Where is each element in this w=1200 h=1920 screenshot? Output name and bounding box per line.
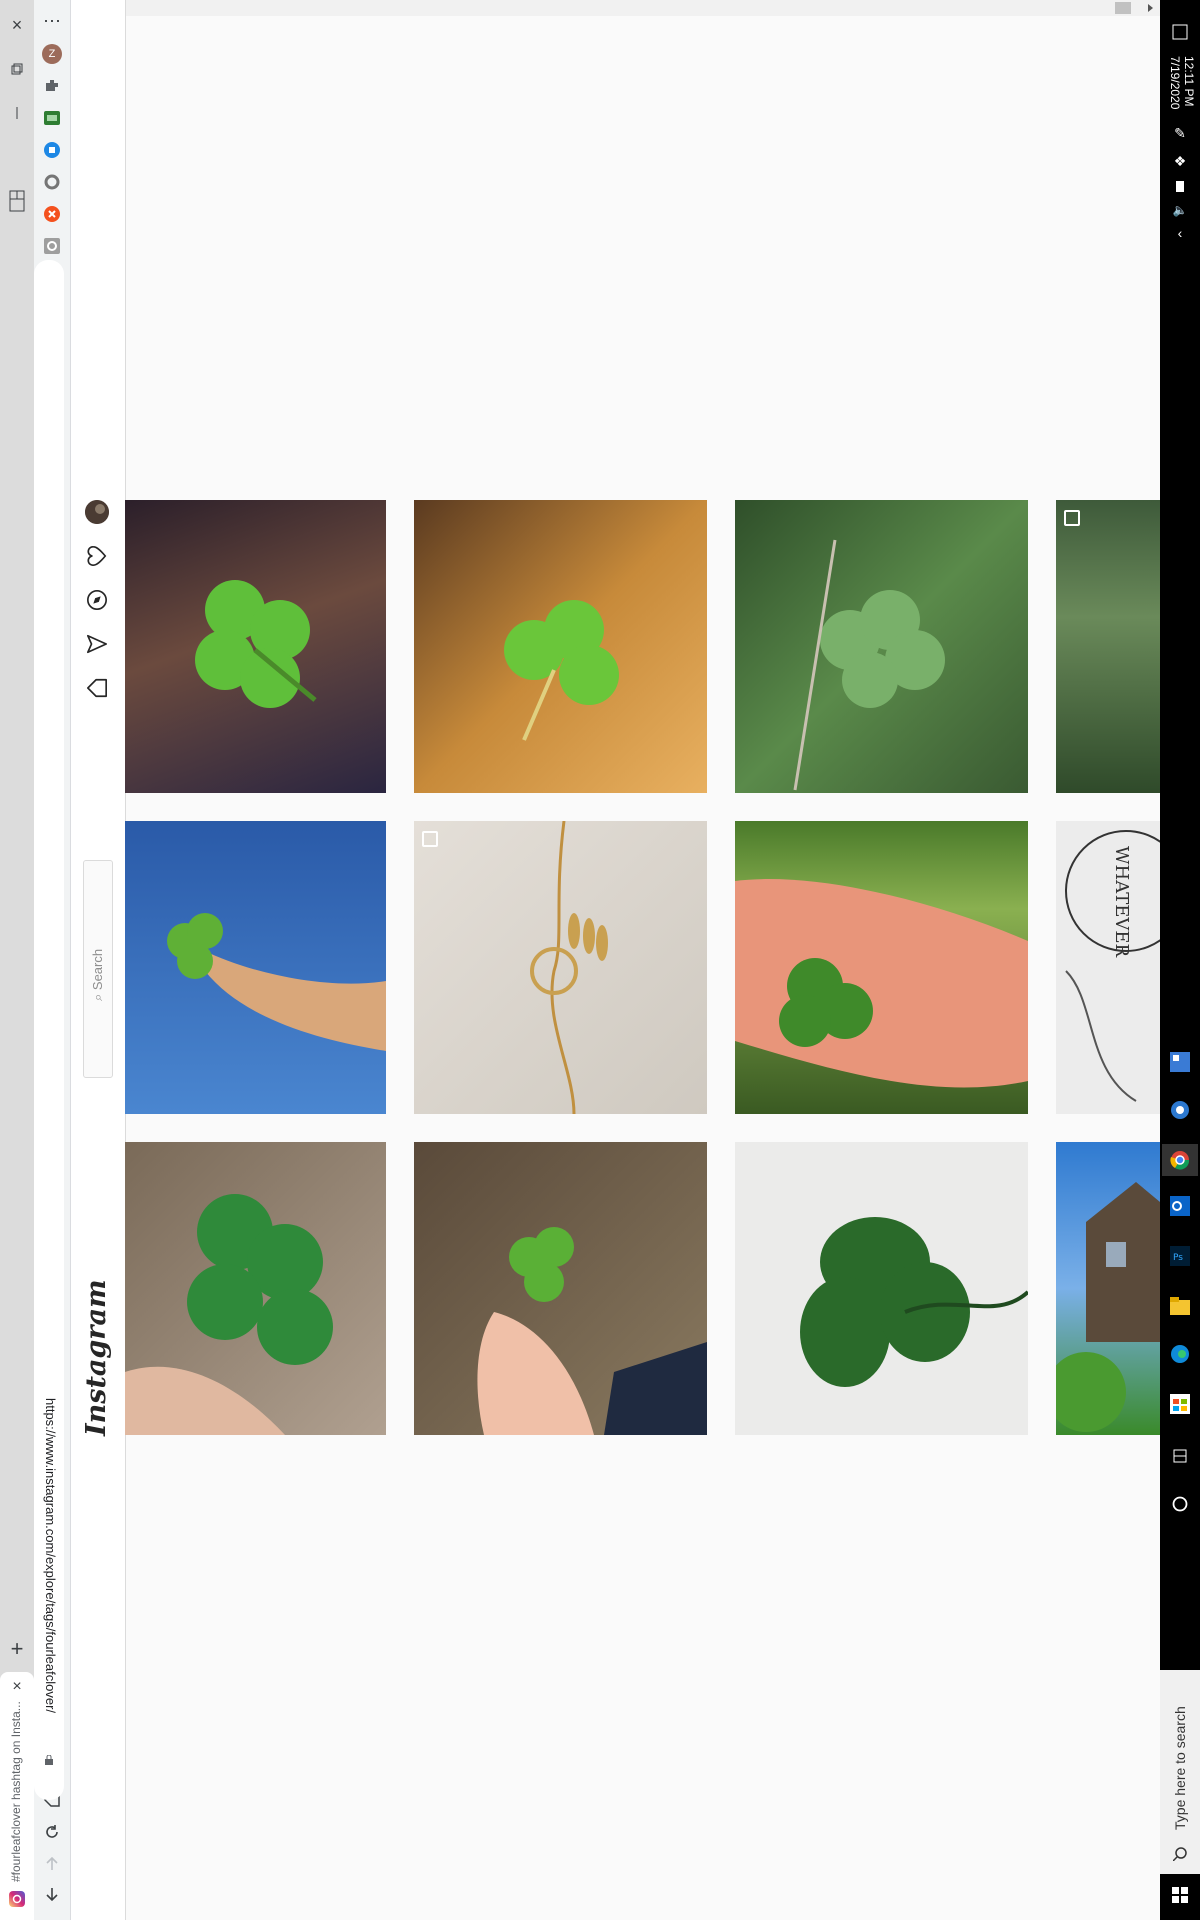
post-tile[interactable] [735, 1142, 1028, 1435]
search-placeholder: Search [90, 948, 105, 991]
window-minimize-icon[interactable] [4, 100, 30, 126]
taskbar-search-box[interactable]: Type here to search [1160, 1670, 1200, 1874]
post-tile[interactable] [125, 821, 386, 1114]
tab-title: #fourleafclover hashtag on Insta... [9, 1701, 23, 1882]
post-tile[interactable]: WHATEVER [1056, 821, 1160, 1114]
window-restore-icon[interactable] [4, 56, 30, 82]
extension-blue-icon[interactable] [42, 140, 62, 160]
profile-avatar-icon[interactable]: Z [42, 44, 62, 64]
clover-on-pinecone-image [504, 600, 619, 741]
gold-clover-bracelet-image [530, 821, 608, 1114]
multiple-images-icon [1064, 510, 1080, 526]
forward-button-icon[interactable] [40, 1852, 64, 1876]
taskbar-settings-icon[interactable] [1166, 1096, 1194, 1124]
search-icon: ⌕ [90, 990, 105, 1001]
clover-in-grass-image [793, 539, 945, 791]
instagram-nav-bar: ⌕ Search Instagram [71, 0, 126, 1920]
battery-icon[interactable] [1168, 176, 1192, 196]
tab-search-icon[interactable] [2, 186, 32, 216]
home-icon[interactable] [84, 675, 110, 701]
post-tile[interactable] [735, 500, 1028, 793]
svg-text:Ps: Ps [1173, 1253, 1183, 1263]
edge-icon[interactable] [1166, 1340, 1194, 1368]
chrome-icon[interactable] [1162, 1144, 1198, 1176]
clock[interactable]: 12:11 PM 7/19/2020 [1168, 56, 1196, 109]
task-view-icon[interactable] [1166, 1442, 1194, 1470]
chevron-up-icon[interactable]: ‹ [1168, 222, 1192, 244]
address-bar[interactable]: https://www.instagram.com/explore/tags/f… [34, 260, 64, 1800]
scroll-right-arrow-icon[interactable] [1148, 4, 1153, 12]
post-tile[interactable] [414, 500, 707, 793]
windows-taskbar: 12:11 PM 7/19/2020 ✎ ❖ 🔈 ‹ Ps Type here … [1160, 0, 1200, 1920]
new-tab-button[interactable]: + [4, 1636, 30, 1662]
browser-menu-button[interactable]: ⋯ [39, 8, 65, 34]
profile-avatar[interactable] [85, 500, 109, 524]
clock-date: 7/19/2020 [1168, 56, 1182, 110]
back-button-icon[interactable] [40, 1882, 64, 1906]
pen-icon[interactable]: ✎ [1168, 122, 1192, 144]
clover-in-palm-image [735, 879, 1028, 1088]
instagram-favicon-icon [8, 1890, 26, 1908]
file-explorer-icon[interactable] [1166, 1292, 1194, 1320]
lock-icon [41, 1752, 57, 1768]
extension-grey-icon[interactable] [42, 236, 62, 256]
close-tab-button[interactable]: × [6, 1676, 28, 1698]
extension-ring-icon[interactable] [42, 172, 62, 192]
outlook-icon[interactable] [1166, 1192, 1194, 1220]
volume-icon[interactable]: 🔈 [1168, 200, 1192, 220]
four-leaf-clover-image [195, 580, 317, 708]
scrollbar-thumb[interactable] [1115, 2, 1131, 14]
post-tile[interactable] [125, 500, 386, 793]
extension-green-icon[interactable] [42, 108, 62, 128]
post-tile[interactable] [125, 1142, 386, 1435]
fingers-holding-clover-image [477, 1227, 707, 1435]
taskbar-search-placeholder: Type here to search [1172, 1706, 1188, 1830]
action-center-icon[interactable] [1168, 20, 1192, 44]
activity-heart-icon[interactable] [84, 543, 110, 569]
svg-text:WHATEVER: WHATEVER [1111, 846, 1132, 957]
horizontal-scrollbar[interactable] [71, 0, 1161, 16]
explore-compass-icon[interactable] [84, 587, 110, 613]
start-button-icon[interactable] [1166, 1880, 1194, 1910]
active-tab[interactable]: × #fourleafclover hashtag on Insta... [0, 1672, 34, 1920]
posts-grid: WHATEVER [125, 500, 1160, 1436]
taskbar-search-icon [1168, 1842, 1192, 1866]
post-tile[interactable] [414, 1142, 707, 1435]
vertical-tab-strip: × + × #fourleafclover hashtag on Insta..… [0, 0, 34, 1920]
window-close-button[interactable]: × [4, 12, 30, 38]
taskbar-app-icon[interactable] [1166, 1048, 1194, 1076]
whatever-sketch-image: WHATEVER [1065, 830, 1160, 1102]
post-tile[interactable] [735, 821, 1028, 1114]
four-leaf-clover-closeup-image [125, 1194, 333, 1435]
reload-button-icon[interactable] [40, 1820, 64, 1844]
clock-time: 12:11 PM [1182, 56, 1196, 107]
multiple-images-icon [422, 831, 438, 847]
instagram-logo[interactable]: Instagram [81, 1279, 112, 1436]
photoshop-icon[interactable]: Ps [1166, 1242, 1194, 1270]
extension-orange-icon[interactable] [42, 204, 62, 224]
hand-holding-clover-image [167, 913, 386, 1051]
extensions-puzzle-icon[interactable] [42, 76, 62, 96]
dropbox-icon[interactable]: ❖ [1168, 150, 1192, 172]
house-and-trees-image [1056, 1182, 1160, 1432]
search-box[interactable]: ⌕ Search [83, 860, 113, 1078]
large-clover-leaf-image [800, 1217, 1028, 1387]
url-text[interactable]: https://www.instagram.com/explore/tags/f… [43, 1398, 58, 1713]
post-tile[interactable] [1056, 1142, 1160, 1435]
store-icon[interactable] [1166, 1390, 1194, 1418]
cortana-icon[interactable] [1166, 1490, 1194, 1518]
search-input[interactable]: ⌕ Search [90, 949, 106, 1001]
post-tile[interactable] [414, 821, 707, 1114]
post-tile[interactable] [1056, 500, 1160, 793]
direct-messages-icon[interactable] [84, 631, 110, 657]
